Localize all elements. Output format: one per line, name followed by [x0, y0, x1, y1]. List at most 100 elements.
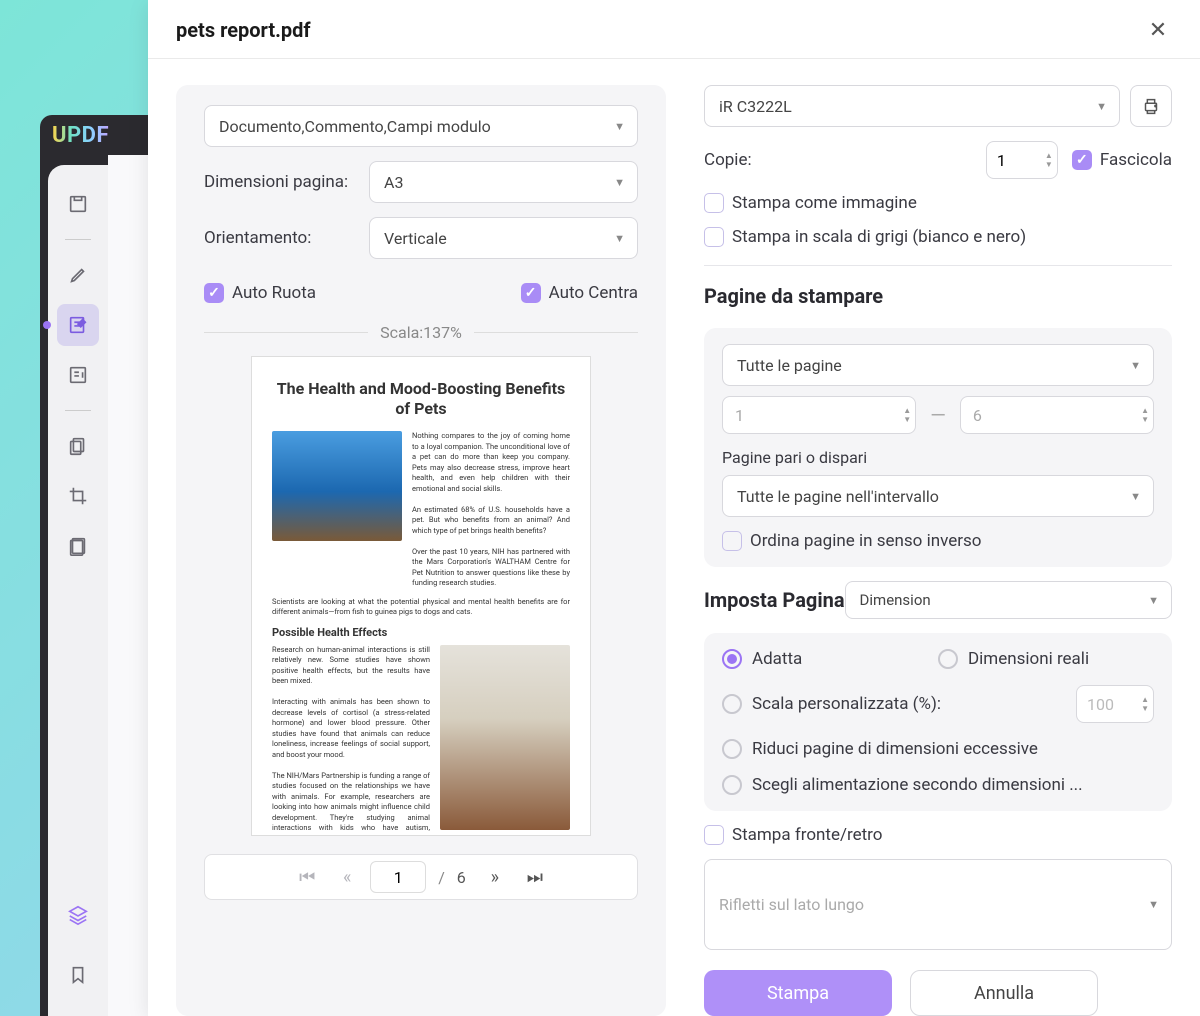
pages-section: Tutte le pagine ▼ 1 ▲▼ — 6 ▲▼ Pagine par…: [704, 328, 1172, 567]
highlighter-icon[interactable]: [57, 254, 99, 296]
odd-even-value: Tutte le pagine nell'intervallo: [737, 487, 939, 506]
reader-icon[interactable]: [57, 183, 99, 225]
print-as-image-checkbox[interactable]: [704, 193, 724, 213]
chevron-down-icon: ▼: [1130, 490, 1141, 503]
actual-label: Dimensioni reali: [968, 649, 1089, 669]
shrink-label: Riduci pagine di dimensioni eccessive: [752, 739, 1038, 759]
collate-label: Fascicola: [1100, 150, 1172, 170]
page-size-label: Dimensioni pagina:: [204, 172, 359, 192]
page-size-value: A3: [384, 173, 403, 192]
dimension-select[interactable]: Dimension ▼: [845, 581, 1172, 619]
fit-radio[interactable]: [722, 649, 742, 669]
print-as-image-label: Stampa come immagine: [732, 193, 917, 213]
layers-icon[interactable]: [57, 894, 99, 936]
orientation-value: Verticale: [384, 229, 447, 248]
page-size-select[interactable]: A3 ▼: [369, 161, 638, 203]
page-total: 6: [457, 868, 466, 887]
spin-down-icon[interactable]: ▼: [903, 416, 911, 424]
spin-up-icon[interactable]: ▲: [1141, 696, 1149, 704]
close-button[interactable]: ✕: [1144, 16, 1172, 44]
page-range-select[interactable]: Tutte le pagine ▼: [722, 344, 1154, 386]
chevron-down-icon: ▼: [614, 120, 625, 133]
scale-separator: Scala:137%: [204, 323, 638, 342]
copies-input[interactable]: [987, 151, 1029, 170]
custom-scale-input[interactable]: [1077, 695, 1119, 714]
pager: ⏮ « / 6 » ⏭: [204, 854, 638, 900]
reverse-checkbox[interactable]: [722, 531, 742, 551]
edit-icon[interactable]: [57, 304, 99, 346]
print-dialog: pets report.pdf ✕ Documento,Commento,Cam…: [148, 0, 1200, 1016]
copies-spinner[interactable]: ▲▼: [986, 141, 1058, 179]
actual-radio[interactable]: [938, 649, 958, 669]
custom-scale-label: Scala personalizzata (%):: [752, 694, 941, 714]
spin-up-icon[interactable]: ▲: [903, 407, 911, 415]
chevron-down-icon: ▼: [1130, 359, 1141, 372]
app-logo: UPDF: [52, 123, 109, 148]
page-range-value: Tutte le pagine: [737, 356, 842, 375]
chevron-down-icon: ▼: [1148, 594, 1159, 607]
orientation-select[interactable]: Verticale ▼: [369, 217, 638, 259]
page-preview: The Health and Mood-Boosting Benefits of…: [251, 356, 591, 836]
spin-up-icon[interactable]: ▲: [1141, 407, 1149, 415]
doc-title: The Health and Mood-Boosting Benefits of…: [272, 379, 570, 419]
auto-rotate-label: Auto Ruota: [232, 283, 316, 303]
custom-scale-spinner[interactable]: ▲▼: [1076, 685, 1154, 723]
spin-up-icon[interactable]: ▲: [1045, 152, 1053, 160]
flip-value: Rifletti sul lato lungo: [719, 895, 864, 914]
spin-down-icon[interactable]: ▼: [1141, 416, 1149, 424]
spin-down-icon[interactable]: ▼: [1045, 161, 1053, 169]
print-button[interactable]: Stampa: [704, 970, 892, 1016]
next-page-button[interactable]: »: [478, 860, 512, 894]
left-toolbar: [48, 165, 108, 1016]
compress-icon[interactable]: [57, 525, 99, 567]
chevron-down-icon: ▼: [1148, 898, 1159, 911]
chevron-down-icon: ▼: [1096, 100, 1107, 113]
bookmark-icon[interactable]: [57, 954, 99, 996]
odd-even-label: Pagine pari o dispari: [722, 448, 1154, 467]
fit-label: Adatta: [752, 649, 802, 669]
prev-page-button[interactable]: «: [330, 860, 364, 894]
range-to-input[interactable]: 6 ▲▼: [960, 396, 1154, 434]
content-select-value: Documento,Commento,Campi modulo: [219, 117, 491, 136]
crop-icon[interactable]: [57, 475, 99, 517]
auto-center-label: Auto Centra: [549, 283, 638, 303]
grayscale-checkbox[interactable]: [704, 227, 724, 247]
dialog-body: Documento,Commento,Campi modulo ▼ Dimens…: [148, 59, 1200, 1016]
flip-select[interactable]: Rifletti sul lato lungo ▼: [704, 859, 1172, 950]
auto-center-checkbox[interactable]: [521, 283, 541, 303]
last-page-button[interactable]: ⏭: [518, 860, 552, 894]
copies-label: Copie:: [704, 150, 752, 170]
range-from-input[interactable]: 1 ▲▼: [722, 396, 916, 434]
choose-source-radio[interactable]: [722, 775, 742, 795]
dimension-value: Dimension: [860, 591, 931, 609]
shrink-radio[interactable]: [722, 739, 742, 759]
orientation-label: Orientamento:: [204, 228, 359, 248]
custom-scale-radio[interactable]: [722, 694, 742, 714]
printer-select[interactable]: iR C3222L ▼: [704, 85, 1120, 127]
printer-value: iR C3222L: [719, 97, 792, 116]
imposta-section: Adatta Dimensioni reali Scala personaliz…: [704, 633, 1172, 811]
page-input[interactable]: [370, 861, 426, 893]
spin-down-icon[interactable]: ▼: [1141, 705, 1149, 713]
cancel-button[interactable]: Annulla: [910, 970, 1098, 1016]
cat-image: [272, 431, 402, 541]
reverse-label: Ordina pagine in senso inverso: [750, 531, 981, 551]
organize-icon[interactable]: [57, 425, 99, 467]
odd-even-select[interactable]: Tutte le pagine nell'intervallo ▼: [722, 475, 1154, 517]
collate-checkbox[interactable]: [1072, 150, 1092, 170]
imposta-title: Imposta Pagina: [704, 588, 845, 612]
choose-source-label: Scegli alimentazione secondo dimensioni …: [752, 775, 1083, 795]
printer-properties-button[interactable]: [1130, 85, 1172, 127]
first-page-button[interactable]: ⏮: [290, 860, 324, 894]
duplex-label: Stampa fronte/retro: [732, 825, 882, 845]
auto-rotate-checkbox[interactable]: [204, 283, 224, 303]
doc-subhead: Possible Health Effects: [272, 626, 570, 639]
duplex-checkbox[interactable]: [704, 825, 724, 845]
form-icon[interactable]: [57, 354, 99, 396]
settings-panel: iR C3222L ▼ Copie: ▲▼ Fascicola: [704, 85, 1172, 1016]
content-select[interactable]: Documento,Commento,Campi modulo ▼: [204, 105, 638, 147]
grayscale-label: Stampa in scala di grigi (bianco e nero): [732, 227, 1026, 247]
pages-section-title: Pagine da stampare: [704, 284, 1172, 308]
dialog-header: pets report.pdf ✕: [148, 0, 1200, 59]
dog-image: [440, 645, 570, 830]
